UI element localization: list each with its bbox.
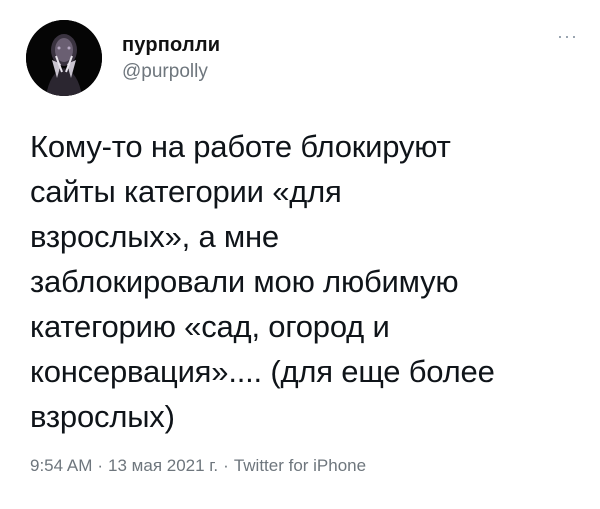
avatar[interactable]	[26, 20, 102, 96]
tweet-source[interactable]: Twitter for iPhone	[234, 456, 366, 475]
author-handle[interactable]: @purpolly	[122, 60, 220, 84]
more-horizontal-icon[interactable]: ···	[557, 27, 578, 45]
tweet-header: пурполли @purpolly	[26, 20, 220, 96]
author-names: пурполли @purpolly	[122, 33, 220, 84]
tweet-text: Кому-то на работе блокируют сайты катего…	[30, 129, 495, 434]
tweet-card: пурполли @purpolly ··· Кому-то на работе…	[0, 0, 600, 509]
tweet-date[interactable]: 13 мая 2021 г.	[108, 456, 218, 475]
author-display-name[interactable]: пурполли	[122, 33, 220, 57]
tweet-time[interactable]: 9:54 AM	[30, 456, 92, 475]
tweet-meta: 9:54 AM · 13 мая 2021 г. · Twitter for iPhon…	[30, 455, 366, 477]
meta-separator: ·	[223, 456, 229, 475]
meta-separator: ·	[97, 456, 104, 475]
